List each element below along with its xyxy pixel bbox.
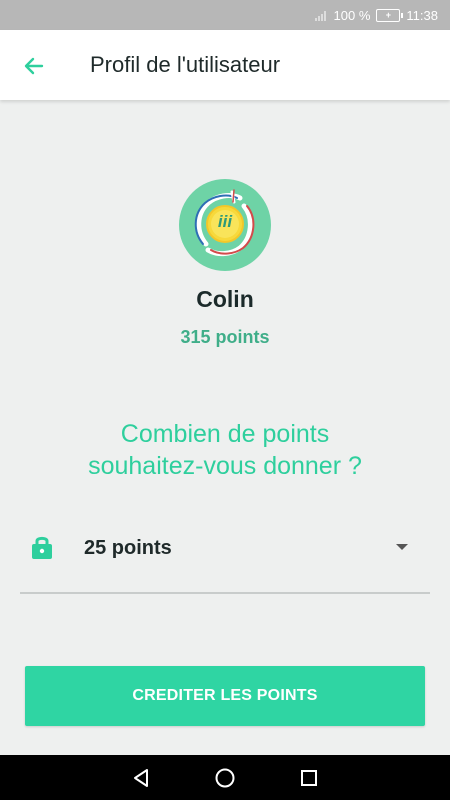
user-points: 315 points [180,327,270,347]
page-title: Profil de l'utilisateur [90,52,281,77]
points-select[interactable]: 25 points [20,520,430,576]
donation-question: Combien de points souhaitez-vous donner … [0,418,450,482]
battery-percent: 100 % [333,7,371,23]
status-indicators: 100 % + 11:38 [314,0,438,30]
system-nav-bar [0,755,450,800]
battery-icon: + [376,8,404,22]
nav-home-button[interactable] [210,763,240,793]
donation-question-line2: souhaitez-vous donner ? [88,452,362,480]
status-bar: 100 % + 11:38 [0,0,450,30]
battery-charging-label: + [385,9,392,20]
user-name: Colin [196,286,254,312]
lock-icon [32,536,52,559]
recents-square-icon [301,770,317,786]
selected-points-value: 25 points [84,537,172,559]
credit-points-button[interactable]: CREDITER LES POINTS [25,666,425,726]
medal-text: iii [217,212,233,231]
avatar: iii [178,178,272,272]
arrow-left-icon [24,57,44,75]
back-button[interactable] [18,50,50,82]
donation-question-line1: Combien de points [120,420,330,448]
nav-recents-button[interactable] [294,763,324,793]
clock: 11:38 [406,7,438,23]
home-circle-icon [215,768,235,788]
nav-back-button[interactable] [126,763,156,793]
app-bar: Profil de l'utilisateur [0,30,450,100]
chevron-down-icon [396,544,408,550]
back-triangle-icon [134,769,148,787]
select-underline [20,592,430,594]
signal-icon [314,11,326,21]
